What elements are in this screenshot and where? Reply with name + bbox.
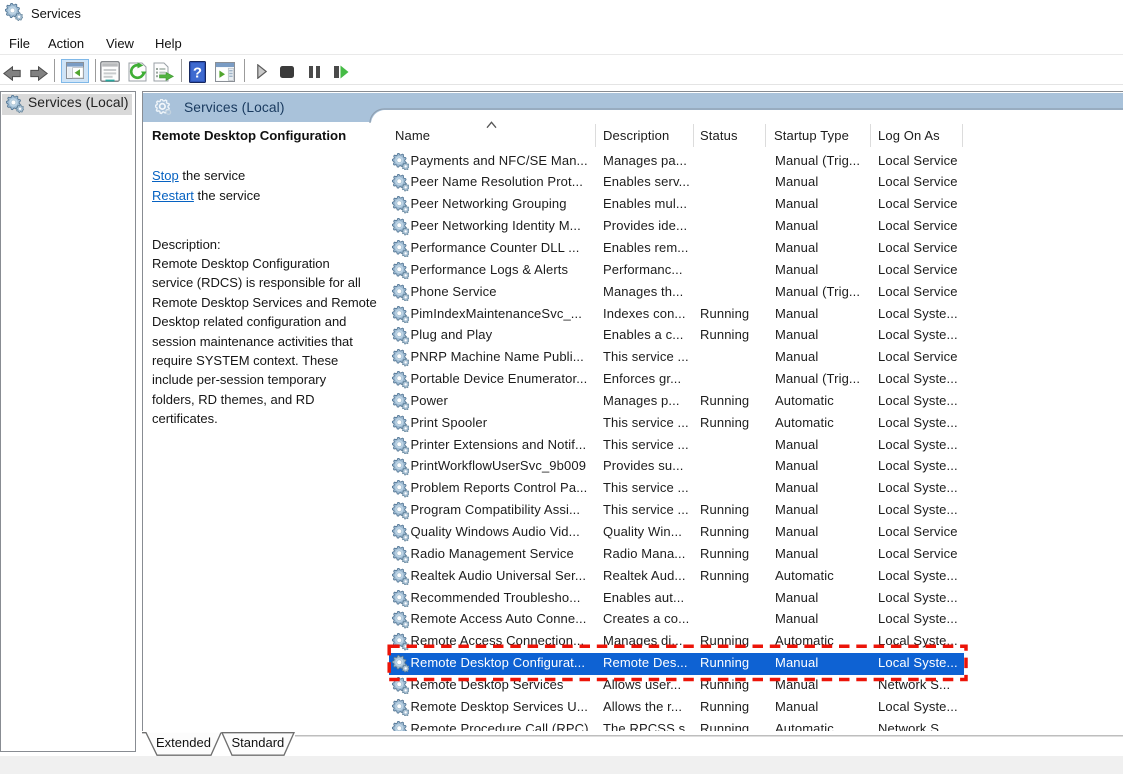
svg-text:?: ?	[193, 65, 202, 82]
